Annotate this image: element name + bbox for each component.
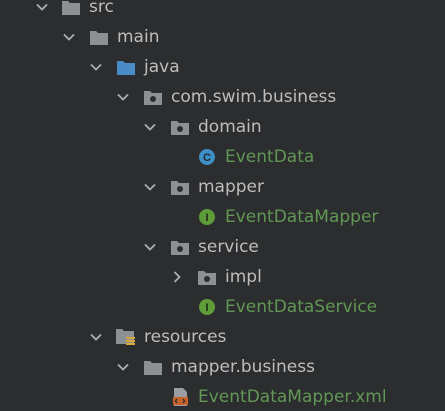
chevron-down-icon[interactable] xyxy=(87,328,105,346)
tree-item-src[interactable]: src xyxy=(0,0,445,22)
tree-item-label: mapper.business xyxy=(171,357,315,377)
interface-badge-letter: I xyxy=(205,212,208,224)
package-icon xyxy=(169,237,191,257)
class-badge-letter: C xyxy=(203,152,211,164)
tree-item-label: java xyxy=(144,57,180,77)
chevron-right-icon[interactable] xyxy=(168,268,186,286)
package-icon xyxy=(196,267,218,287)
folder-icon xyxy=(142,357,164,377)
chevron-down-icon[interactable] xyxy=(87,58,105,76)
folder-icon xyxy=(60,0,82,17)
tree-item-event-data-mapper-xml[interactable]: EventDataMapper.xml xyxy=(0,382,445,411)
tree-item-label: main xyxy=(117,27,160,47)
chevron-down-icon[interactable] xyxy=(114,88,132,106)
interface-badge-letter: I xyxy=(205,302,208,314)
tree-item-java[interactable]: java xyxy=(0,52,445,82)
tree-item-label: service xyxy=(198,237,259,257)
tree-item-resources[interactable]: resources xyxy=(0,322,445,352)
package-icon xyxy=(169,177,191,197)
tree-item-label: domain xyxy=(198,117,262,137)
tree-item-mapper-business[interactable]: mapper.business xyxy=(0,352,445,382)
tree-item-event-data-service[interactable]: I EventDataService xyxy=(0,292,445,322)
package-icon xyxy=(142,87,164,107)
tree-item-label: com.swim.business xyxy=(171,87,337,107)
chevron-down-icon[interactable] xyxy=(33,0,51,16)
tree-item-label: resources xyxy=(144,327,227,347)
tree-item-event-data[interactable]: C EventData xyxy=(0,142,445,172)
project-tree: src main java com.swim.business domain C… xyxy=(0,0,445,411)
resources-folder-icon xyxy=(115,327,137,347)
source-folder-icon xyxy=(115,57,137,77)
tree-item-label: EventDataMapper.xml xyxy=(198,387,387,407)
tree-item-label: impl xyxy=(225,267,262,287)
tree-item-label: src xyxy=(89,0,114,17)
chevron-down-icon[interactable] xyxy=(114,358,132,376)
chevron-down-icon[interactable] xyxy=(60,28,78,46)
tree-item-mapper[interactable]: mapper xyxy=(0,172,445,202)
interface-icon: I xyxy=(196,207,218,227)
tree-item-domain[interactable]: domain xyxy=(0,112,445,142)
xml-file-icon xyxy=(169,387,191,407)
class-icon: C xyxy=(196,147,218,167)
chevron-down-icon[interactable] xyxy=(141,118,159,136)
tree-item-label: EventData xyxy=(225,147,315,167)
tree-item-service[interactable]: service xyxy=(0,232,445,262)
tree-item-event-data-mapper[interactable]: I EventDataMapper xyxy=(0,202,445,232)
chevron-down-icon[interactable] xyxy=(141,178,159,196)
package-icon xyxy=(169,117,191,137)
tree-item-label: mapper xyxy=(198,177,265,197)
interface-icon: I xyxy=(196,297,218,317)
folder-icon xyxy=(88,27,110,47)
tree-item-label: EventDataService xyxy=(225,297,378,317)
tree-item-main[interactable]: main xyxy=(0,22,445,52)
tree-item-package-root[interactable]: com.swim.business xyxy=(0,82,445,112)
chevron-down-icon[interactable] xyxy=(141,238,159,256)
tree-item-impl[interactable]: impl xyxy=(0,262,445,292)
tree-item-label: EventDataMapper xyxy=(225,207,379,227)
